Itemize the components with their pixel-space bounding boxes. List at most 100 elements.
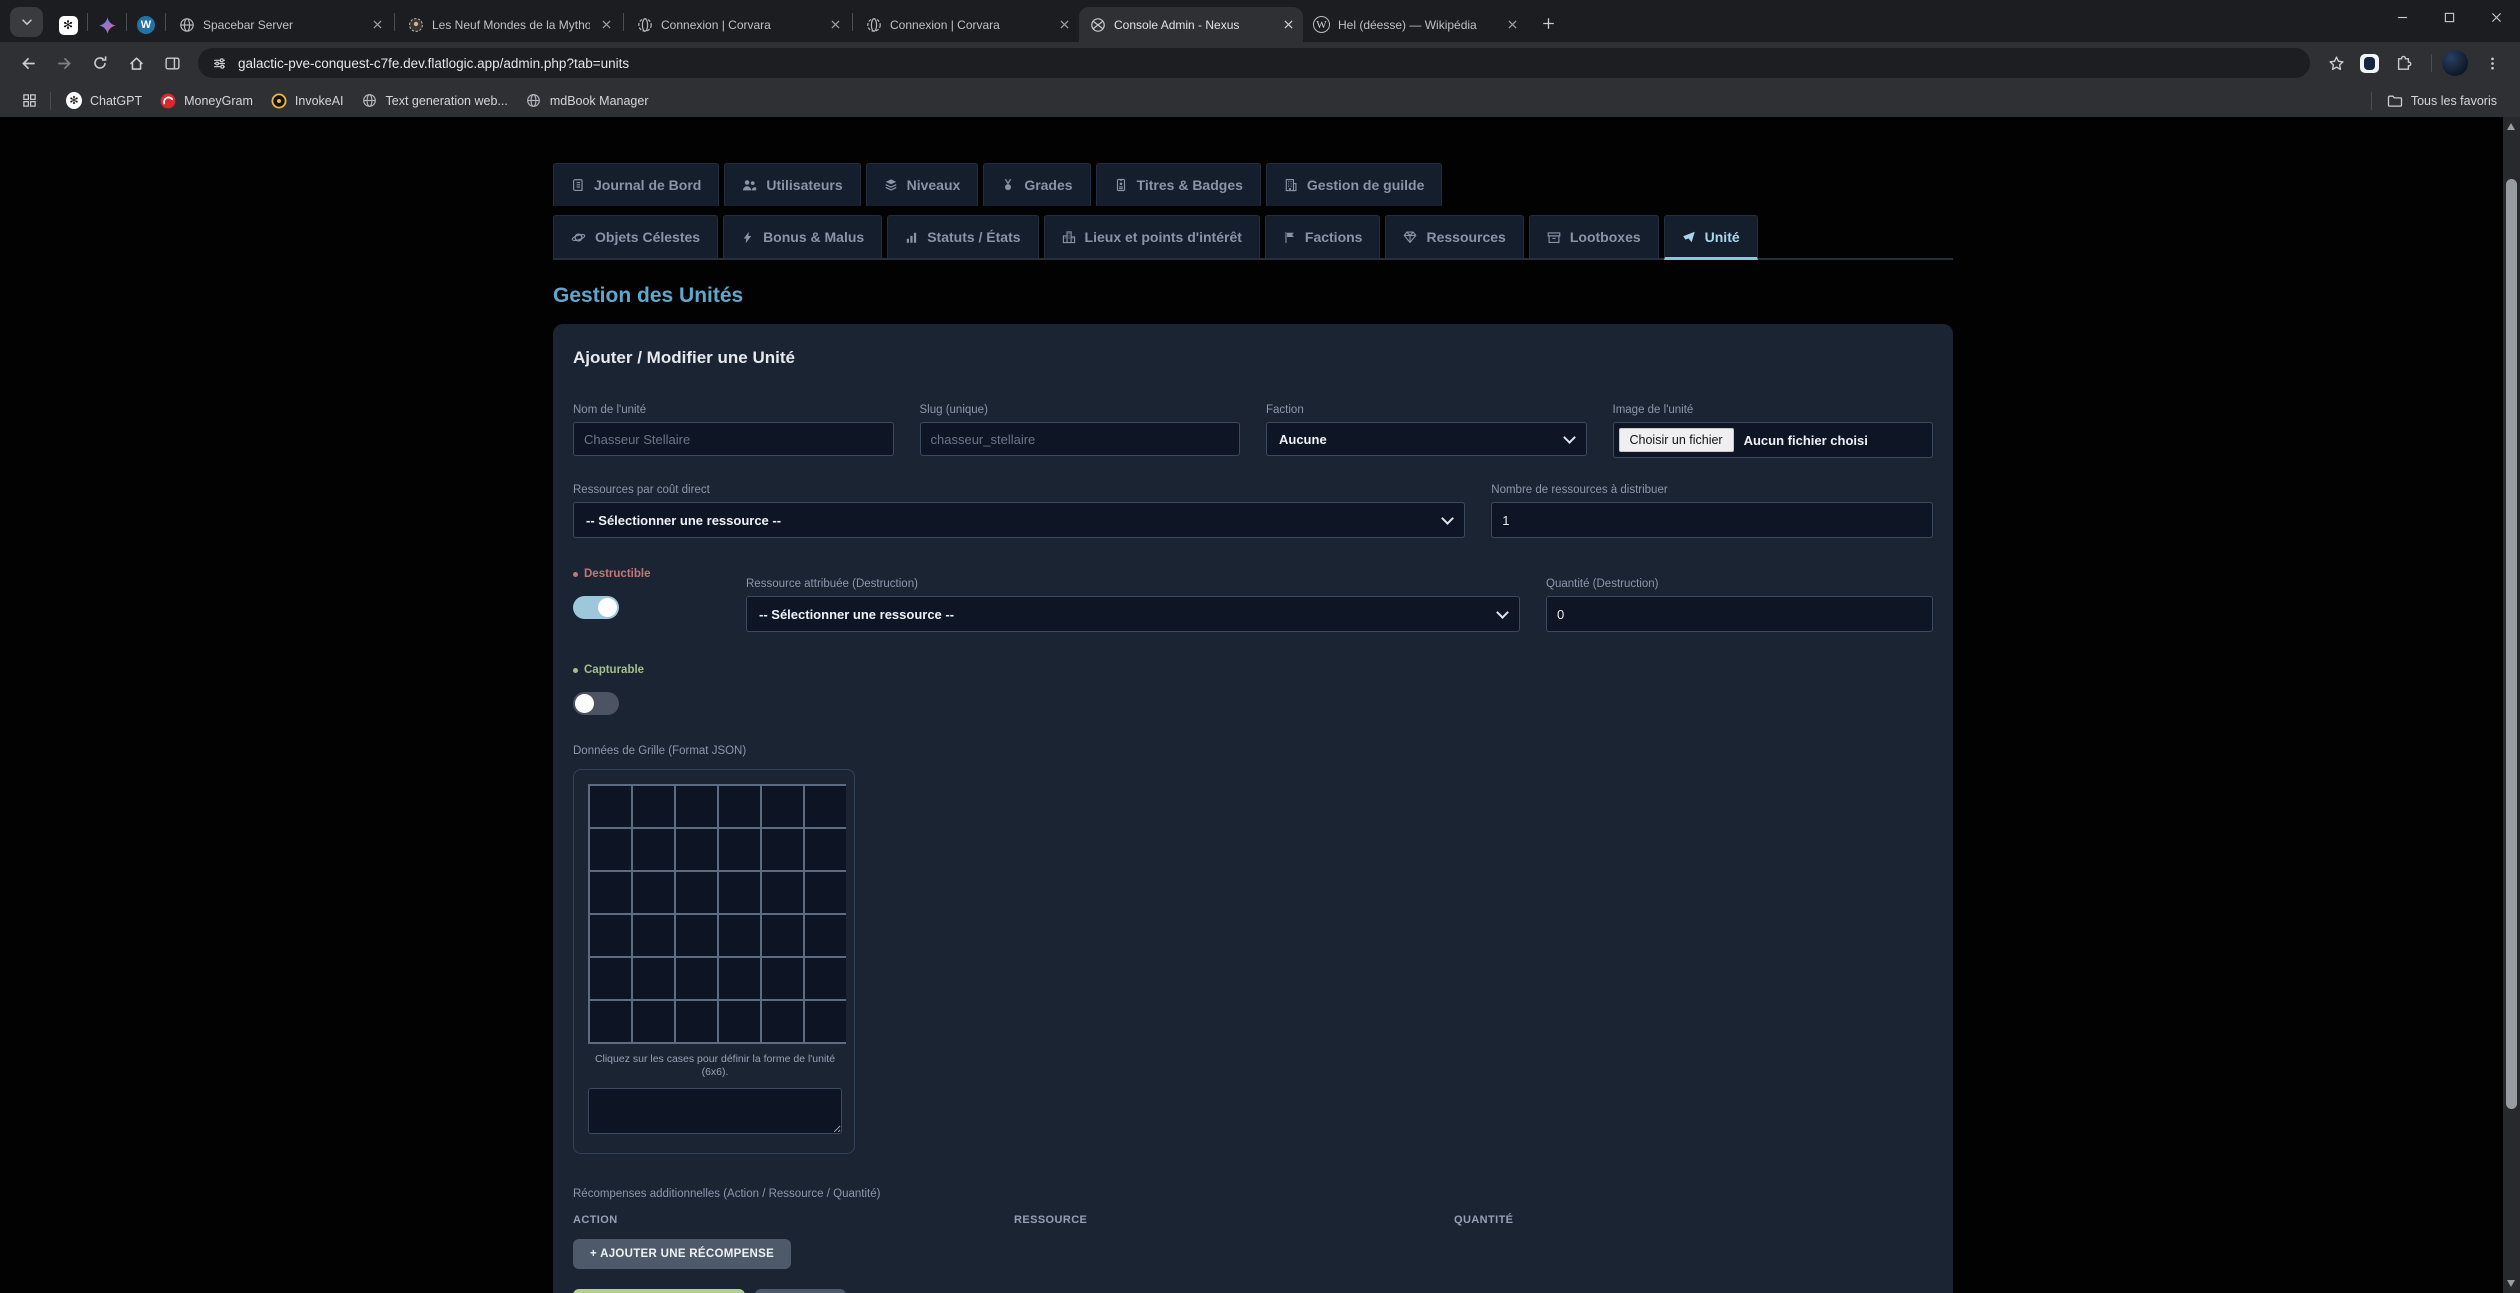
cancel-button[interactable]: ANNULER — [755, 1289, 846, 1293]
capturable-toggle[interactable] — [573, 692, 619, 715]
grid-cell[interactable] — [676, 1001, 717, 1042]
extension-icon[interactable] — [2360, 54, 2379, 73]
nav-tab-bonus-malus[interactable]: Bonus & Malus — [723, 215, 882, 258]
bookmark-item[interactable]: MoneyGram — [151, 90, 262, 112]
grid-cell[interactable] — [719, 829, 760, 870]
forward-button[interactable] — [47, 46, 81, 80]
grid-cell[interactable] — [633, 915, 674, 956]
back-button[interactable] — [11, 46, 45, 80]
grid-json-textarea[interactable] — [588, 1088, 842, 1134]
grid-cell[interactable] — [590, 1001, 631, 1042]
grid-cell[interactable] — [762, 958, 803, 999]
browser-tab[interactable]: Spacebar Server — [168, 7, 392, 42]
grid-cell[interactable] — [590, 915, 631, 956]
grid-cell[interactable] — [633, 872, 674, 913]
ressource-destruction-select[interactable]: -- Sélectionner une ressource -- — [746, 596, 1520, 632]
browser-tab[interactable]: W Hel (déesse) — Wikipédia — [1303, 7, 1527, 42]
nav-tab-utilisateurs[interactable]: Utilisateurs — [724, 163, 860, 206]
bookmark-item[interactable]: mdBook Manager — [517, 90, 658, 112]
nav-tab-statuts[interactable]: Statuts / États — [887, 215, 1038, 258]
browser-menu-icon[interactable] — [2475, 46, 2509, 80]
nav-tab-lootboxes[interactable]: Lootboxes — [1529, 215, 1659, 258]
grid-cell[interactable] — [633, 829, 674, 870]
grid-cell[interactable] — [762, 829, 803, 870]
browser-tab[interactable]: Connexion | Corvara — [626, 7, 850, 42]
grid-cell[interactable] — [719, 958, 760, 999]
destructible-toggle[interactable] — [573, 596, 619, 619]
tab-close-icon[interactable] — [598, 16, 615, 33]
ressource-cout-select[interactable]: -- Sélectionner une ressource -- — [573, 502, 1465, 538]
profile-avatar[interactable] — [2442, 50, 2468, 76]
grid-cell[interactable] — [676, 872, 717, 913]
nav-tab-unite[interactable]: Unité — [1664, 215, 1758, 260]
nav-tab-ressources[interactable]: Ressources — [1385, 215, 1523, 258]
tab-close-icon[interactable] — [827, 16, 844, 33]
grid-cell[interactable] — [805, 786, 846, 827]
grid-cell[interactable] — [805, 958, 846, 999]
tab-close-icon[interactable] — [1056, 16, 1073, 33]
scrollbar-thumb[interactable] — [2506, 179, 2517, 1109]
nav-tab-objets-celestes[interactable]: Objets Célestes — [553, 215, 718, 258]
scrollbar-up-icon[interactable] — [2507, 123, 2515, 130]
nav-tab-guilde[interactable]: Gestion de guilde — [1266, 163, 1442, 206]
side-panel-button[interactable] — [155, 46, 189, 80]
home-button[interactable] — [119, 46, 153, 80]
grid-cell[interactable] — [719, 872, 760, 913]
nav-tab-factions[interactable]: Factions — [1265, 215, 1381, 258]
grid-cell[interactable] — [719, 1001, 760, 1042]
bookmark-item[interactable]: InvokeAI — [262, 90, 353, 112]
site-settings-icon[interactable] — [212, 56, 227, 71]
save-unit-button[interactable]: ENREGISTRER L'UNITÉ — [573, 1289, 745, 1293]
nav-tab-niveaux[interactable]: Niveaux — [866, 163, 979, 206]
nav-tab-grades[interactable]: Grades — [983, 163, 1090, 206]
minimize-button[interactable] — [2379, 0, 2426, 34]
add-reward-button[interactable]: + AJOUTER UNE RÉCOMPENSE — [573, 1239, 791, 1269]
reload-button[interactable] — [83, 46, 117, 80]
bookmark-star-icon[interactable] — [2319, 46, 2353, 80]
tab-close-icon[interactable] — [1280, 16, 1297, 33]
grid-cell[interactable] — [762, 1001, 803, 1042]
grid-cell[interactable] — [590, 958, 631, 999]
grid-cell[interactable] — [590, 829, 631, 870]
pinned-tab-wordpress[interactable]: W — [129, 8, 163, 42]
grid-cell[interactable] — [590, 872, 631, 913]
grid-cell[interactable] — [676, 915, 717, 956]
grid-cell[interactable] — [805, 829, 846, 870]
tab-close-icon[interactable] — [369, 16, 386, 33]
grid-cell[interactable] — [805, 915, 846, 956]
choose-file-button[interactable]: Choisir un fichier — [1619, 428, 1734, 452]
bookmark-item[interactable]: ✻ ChatGPT — [57, 90, 151, 112]
scrollbar-down-icon[interactable] — [2507, 1280, 2515, 1287]
extensions-puzzle-icon[interactable] — [2386, 46, 2420, 80]
browser-tab[interactable]: Connexion | Corvara — [855, 7, 1079, 42]
browser-tab-active[interactable]: Console Admin - Nexus — [1079, 7, 1303, 42]
grid-cell[interactable] — [676, 786, 717, 827]
image-file-input[interactable]: Choisir un fichier Aucun fichier choisi — [1613, 422, 1934, 458]
faction-select[interactable]: Aucune — [1266, 422, 1587, 456]
grid-cell[interactable] — [633, 1001, 674, 1042]
apps-grid-icon[interactable] — [15, 87, 43, 115]
browser-tab[interactable]: Les Neuf Mondes de la Mythol — [397, 7, 621, 42]
grid-cell[interactable] — [676, 958, 717, 999]
grid-cell[interactable] — [762, 786, 803, 827]
grid-cell[interactable] — [633, 958, 674, 999]
grid-cell[interactable] — [590, 786, 631, 827]
grid-cell[interactable] — [805, 1001, 846, 1042]
maximize-button[interactable] — [2426, 0, 2473, 34]
nb-ressources-input[interactable] — [1491, 502, 1933, 538]
pinned-tab-chatgpt[interactable]: ✻ — [51, 8, 85, 42]
grid-cell[interactable] — [633, 786, 674, 827]
all-bookmarks-button[interactable]: Tous les favoris — [2378, 90, 2506, 112]
grid-cell[interactable] — [719, 915, 760, 956]
slug-input[interactable] — [920, 422, 1241, 456]
grid-cell[interactable] — [676, 829, 717, 870]
tab-search-button[interactable] — [10, 7, 43, 37]
nom-input[interactable] — [573, 422, 894, 456]
nav-tab-lieux[interactable]: Lieux et points d'intérêt — [1044, 215, 1260, 258]
quantite-destruction-input[interactable] — [1546, 596, 1933, 632]
pinned-tab-gemini[interactable] — [90, 8, 124, 42]
close-button[interactable] — [2473, 0, 2520, 34]
nav-tab-titres-badges[interactable]: Titres & Badges — [1096, 163, 1261, 206]
grid-cell[interactable] — [762, 872, 803, 913]
grid-cell[interactable] — [805, 872, 846, 913]
